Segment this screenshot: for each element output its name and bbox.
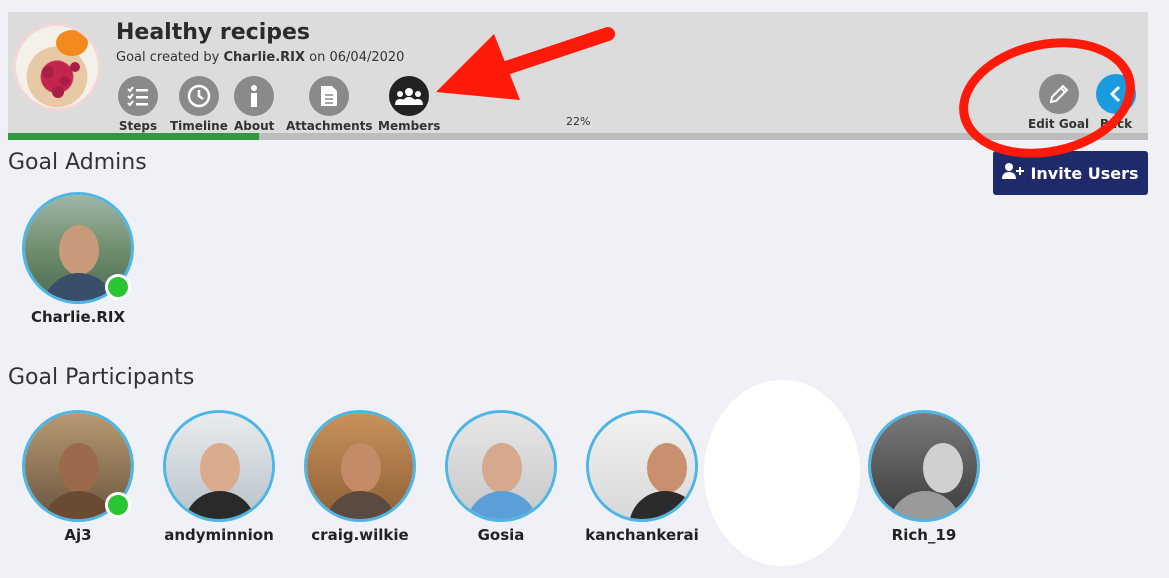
participant-member[interactable]: Aj3 (8, 410, 148, 544)
admins-section-title: Goal Admins (8, 150, 147, 175)
avatar (868, 410, 980, 522)
nav-timeline-button[interactable]: Timeline (170, 76, 228, 133)
member-name: kanchankerai (585, 526, 699, 544)
member-name: Gosia (477, 526, 525, 544)
participants-section-title: Goal Participants (8, 365, 195, 390)
document-icon (309, 76, 350, 116)
participant-member[interactable]: craig.wilkie (290, 410, 430, 544)
goal-image (13, 23, 101, 111)
checklist-icon (118, 76, 158, 116)
annotation-arrow (436, 27, 615, 100)
invite-users-button[interactable]: Invite Users (993, 151, 1148, 195)
progress-bar (8, 133, 1148, 140)
avatar (586, 410, 698, 522)
participant-member[interactable]: Gosia (431, 410, 571, 544)
group-icon (389, 76, 430, 116)
created-prefix: Goal created by (116, 50, 220, 65)
member-name: Rich_19 (891, 526, 957, 544)
edit-goal-button[interactable]: Edit Goal (1028, 74, 1089, 131)
nav-steps-button[interactable]: Steps (118, 76, 158, 133)
member-name: andyminnion (164, 526, 274, 544)
info-icon (234, 76, 275, 116)
avatar (304, 410, 416, 522)
nav-attachments-label: Attachments (286, 119, 373, 133)
avatar (163, 410, 275, 522)
admin-member[interactable]: Charlie.RIX (8, 192, 148, 326)
progress-percent: 22% (566, 115, 591, 128)
member-name: Charlie.RIX (30, 308, 126, 326)
clock-icon (178, 76, 219, 116)
nav-timeline-label: Timeline (170, 119, 228, 133)
member-name: craig.wilkie (311, 526, 409, 544)
nav-about-label: About (234, 119, 275, 133)
online-indicator (105, 492, 131, 518)
progress-fill (8, 133, 259, 140)
member-name: Aj3 (64, 526, 92, 544)
avatar (445, 410, 557, 522)
online-indicator (105, 274, 131, 300)
nav-steps-label: Steps (118, 119, 158, 133)
participant-member[interactable]: Rich_19 (854, 410, 994, 544)
back-label: Back (1099, 117, 1133, 131)
goal-subtitle: Goal created by Charlie.RIX on 06/04/202… (116, 50, 404, 65)
goal-date: 06/04/2020 (329, 50, 405, 65)
nav-about-button[interactable]: About (234, 76, 274, 133)
invite-users-label: Invite Users (1030, 163, 1139, 183)
back-button[interactable]: Back (1096, 74, 1136, 131)
add-user-icon (1002, 162, 1025, 184)
date-prefix: on (309, 50, 326, 65)
redacted-avatar (704, 380, 860, 566)
participant-member[interactable]: andyminnion (149, 410, 289, 544)
nav-attachments-button[interactable]: Attachments (286, 76, 373, 133)
goal-creator[interactable]: Charlie.RIX (223, 50, 305, 65)
edit-goal-label: Edit Goal (1028, 117, 1090, 131)
nav-members-label: Members (378, 119, 441, 133)
participant-member[interactable]: kanchankerai (572, 410, 712, 544)
back-arrow-icon (1096, 74, 1136, 114)
goal-title: Healthy recipes (116, 20, 311, 45)
pencil-icon (1038, 74, 1079, 114)
